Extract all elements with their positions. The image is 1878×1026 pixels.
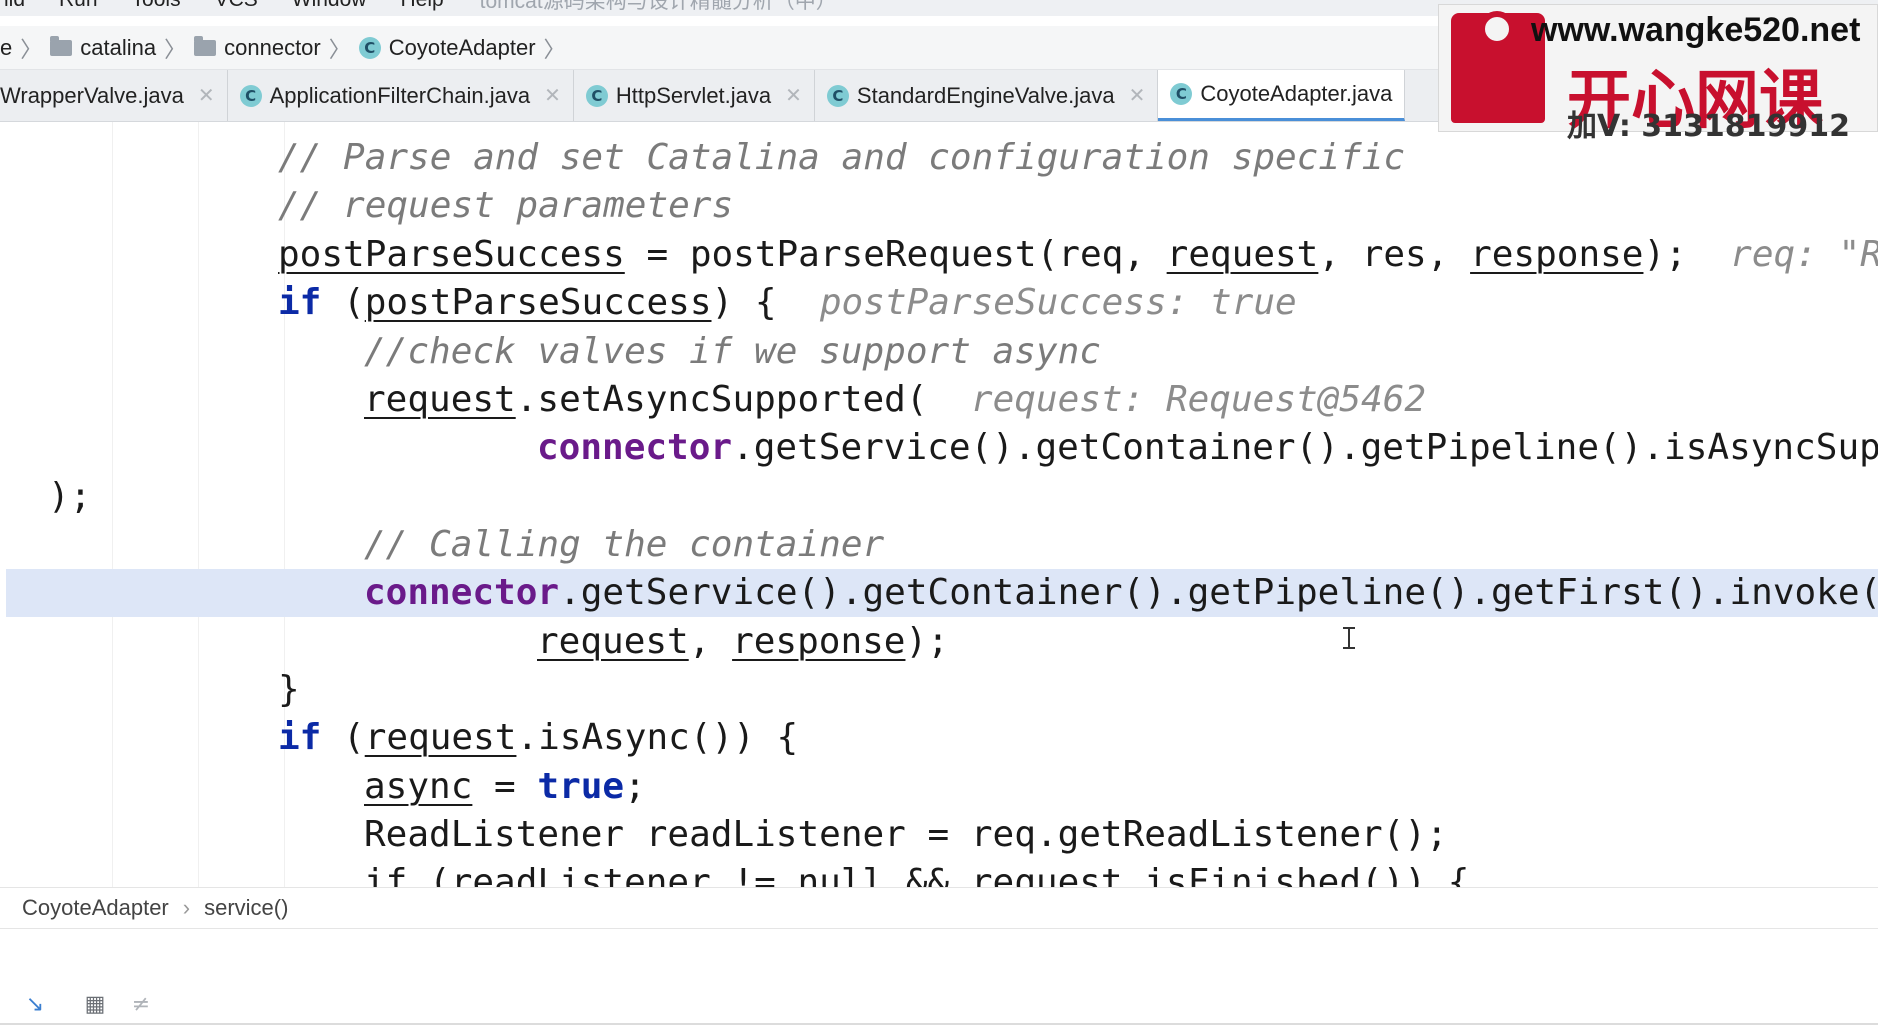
menu-tools[interactable]: Tools <box>128 0 185 12</box>
code-line: //check valves if we support async <box>364 331 1101 372</box>
code-line: request, response); <box>537 621 949 662</box>
close-icon[interactable]: ✕ <box>198 83 215 108</box>
java-class-icon: C <box>239 84 262 107</box>
tab-httpservlet[interactable]: C HttpServlet.java ✕ <box>574 70 815 121</box>
code-editor[interactable]: // Parse and set Catalina and configurat… <box>0 122 1878 887</box>
code-line: } <box>278 669 300 710</box>
nav-crumb-label: connector <box>224 34 321 60</box>
divider <box>0 1023 1878 1025</box>
table-icon[interactable]: ▦ <box>82 991 108 1017</box>
nav-crumb-label: CoyoteAdapter <box>388 34 536 60</box>
code-line: request.setAsyncSupported( request: Requ… <box>364 379 1427 420</box>
menu-help[interactable]: Help <box>396 0 447 12</box>
folder-icon <box>194 35 217 56</box>
code-line-current: connector.getService().getContainer().ge… <box>364 572 1878 613</box>
java-class-icon: C <box>826 84 849 107</box>
nav-crumb-catalina[interactable]: catalina <box>50 35 156 61</box>
chevron-right-icon: 〉 <box>328 36 351 62</box>
code-line: if (request.isAsync()) { <box>278 717 799 758</box>
chevron-right-icon: 〉 <box>164 36 187 62</box>
tab-applicationfilterchain[interactable]: C ApplicationFilterChain.java ✕ <box>228 70 574 121</box>
code-text: // Parse and set Catalina and configurat… <box>0 122 1878 887</box>
folder-icon <box>50 35 73 56</box>
menu-run[interactable]: Run <box>55 0 102 12</box>
code-line: ReadListener readListener = req.getReadL… <box>364 814 1448 855</box>
nav-crumb-label: catalina <box>80 34 157 60</box>
chevron-right-icon: 〉 <box>543 36 566 62</box>
step-into-icon[interactable]: ↘ <box>22 991 48 1017</box>
close-icon[interactable]: ✕ <box>1129 83 1146 108</box>
breadcrumb-class[interactable]: CoyoteAdapter <box>22 895 169 921</box>
tab-label: CoyoteAdapter.java <box>1200 81 1393 106</box>
code-line: // Calling the container <box>364 524 885 565</box>
tab-standardenginevalve[interactable]: C StandardEngineValve.java ✕ <box>815 70 1159 121</box>
filter-icon[interactable]: ≠ <box>128 991 154 1017</box>
tab-label: HttpServlet.java <box>615 82 772 108</box>
structure-breadcrumb: CoyoteAdapter › service() <box>0 887 1878 929</box>
java-class-icon: C <box>358 36 381 59</box>
java-class-icon: C <box>585 84 608 107</box>
tab-label: ApplicationFilterChain.java <box>269 82 531 108</box>
chevron-right-icon: › <box>182 895 191 920</box>
code-line: // request parameters <box>278 185 734 226</box>
java-class-icon: C <box>1170 83 1193 105</box>
code-line: if (postParseSuccess) { postParseSuccess… <box>278 282 1297 323</box>
debug-tool-panel: ↘ ▦ ≠ <box>0 929 1878 1026</box>
video-title-overlay: tomcat源码架构与设计精髓分析（中） <box>479 0 837 13</box>
nav-crumb-coyoteadapter[interactable]: C CoyoteAdapter <box>358 34 536 61</box>
close-icon[interactable]: ✕ <box>785 83 802 108</box>
nav-crumb-partial[interactable]: e <box>0 35 12 61</box>
tab-label: WrapperValve.java <box>0 82 184 108</box>
menu-window[interactable]: Window <box>288 0 371 12</box>
tab-label: StandardEngineValve.java <box>856 82 1115 108</box>
tab-wrappervalve[interactable]: WrapperValve.java ✕ <box>0 70 228 121</box>
nav-crumb-connector[interactable]: connector <box>194 35 321 61</box>
code-line: postParseSuccess = postParseRequest(req,… <box>278 234 1878 275</box>
text-cursor-icon <box>1343 627 1355 649</box>
code-line: if (readListener != null && request.isFi… <box>364 862 1470 887</box>
code-line: connector.getService().getContainer().ge… <box>537 427 1878 468</box>
close-icon[interactable]: ✕ <box>544 83 561 108</box>
code-line: // Parse and set Catalina and configurat… <box>278 137 1406 178</box>
code-line: async = true; <box>364 766 646 807</box>
tab-coyoteadapter[interactable]: C CoyoteAdapter.java <box>1158 70 1406 121</box>
watermark-overlay: www.wangke520.net 开心网课 加V: 3131819912 <box>1438 4 1878 144</box>
code-line: ); <box>48 476 92 517</box>
watermark-contact: 加V: 3131819912 <box>1567 109 1851 144</box>
chevron-right-icon: 〉 <box>20 36 43 62</box>
menu-build[interactable]: ild <box>0 0 29 12</box>
breadcrumb-method[interactable]: service() <box>204 895 288 921</box>
menu-vcs[interactable]: VCS <box>211 0 262 12</box>
watermark-url: www.wangke520.net <box>1531 11 1861 49</box>
